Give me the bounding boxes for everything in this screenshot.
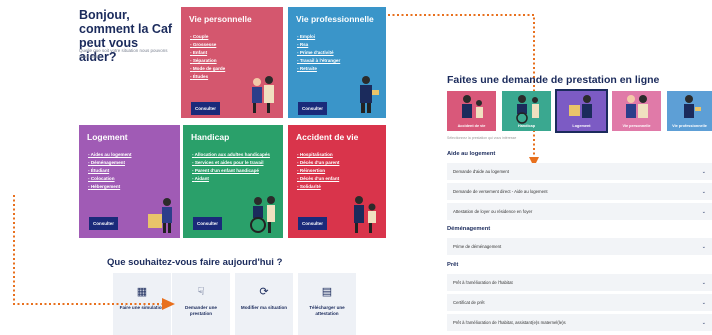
- chevron-down-icon: ⌄: [701, 319, 706, 326]
- tab-label: Logement: [572, 124, 591, 128]
- accordion-row[interactable]: Demande de versement direct - Aide au lo…: [447, 183, 712, 200]
- tab-label: Vie personnelle: [622, 124, 651, 128]
- tab-label: Accident de vie: [457, 124, 486, 128]
- section-title: Prêt: [447, 262, 459, 268]
- tab-handicap[interactable]: Handicap: [502, 91, 551, 131]
- row-label: Certificat de prêt: [453, 300, 485, 305]
- tab-label: Vie professionnelle: [672, 124, 707, 128]
- chevron-down-icon: ⌄: [701, 243, 706, 250]
- tab-illustration-icon: [516, 95, 539, 124]
- tab-hint: Sélectionnez la prestation qui vous inté…: [447, 136, 517, 140]
- tab-vie-professionnelle[interactable]: Vie professionnelle: [667, 91, 712, 131]
- chevron-down-icon: ⌄: [701, 299, 706, 306]
- row-label: Prêt à l'amélioration de l'habitat: [453, 280, 513, 285]
- arrow-head-right: [162, 298, 175, 310]
- chevron-down-icon: ⌄: [701, 208, 706, 215]
- chevron-down-icon: ⌄: [701, 188, 706, 195]
- tab-illustration-icon: [569, 95, 592, 118]
- chevron-down-icon: ⌄: [701, 279, 706, 286]
- tab-illustration-icon: [684, 95, 701, 118]
- row-label: Demande de versement direct - Aide au lo…: [453, 189, 548, 194]
- accordion-row[interactable]: Demande d'aide au logement ⌄: [447, 163, 712, 180]
- accordion-row[interactable]: Prime de déménagement ⌄: [447, 238, 712, 255]
- arrow-bottom-left: [13, 195, 164, 305]
- row-label: Demande d'aide au logement: [453, 169, 510, 174]
- tab-label: Handicap: [517, 124, 536, 128]
- tab-accident-de-vie[interactable]: Accident de vie: [447, 91, 496, 131]
- tab-illustration-icon: [462, 95, 483, 118]
- section-title: Déménagement: [447, 226, 491, 232]
- row-label: Attestation de loyer ou résidence en foy…: [453, 209, 533, 214]
- accordion-row[interactable]: Certificat de prêt ⌄: [447, 294, 712, 311]
- chevron-down-icon: ⌄: [701, 168, 706, 175]
- row-label: Prime de déménagement: [453, 244, 502, 249]
- accordion-row[interactable]: Prêt à l'amélioration de l'habitat ⌄: [447, 274, 712, 291]
- accordion-row[interactable]: Attestation de loyer ou résidence en foy…: [447, 203, 712, 220]
- tab-illustration-icon: [626, 95, 648, 118]
- tab-vie-personnelle[interactable]: Vie personnelle: [612, 91, 661, 131]
- section-title: Aide au logement: [447, 151, 496, 157]
- row-label: Prêt à l'amélioration de l'habitat, assi…: [453, 320, 566, 325]
- accordion-row[interactable]: Prêt à l'amélioration de l'habitat, assi…: [447, 314, 712, 331]
- tab-logement[interactable]: Logement: [555, 89, 608, 133]
- right-panel-title: Faites une demande de prestation en lign…: [447, 74, 660, 86]
